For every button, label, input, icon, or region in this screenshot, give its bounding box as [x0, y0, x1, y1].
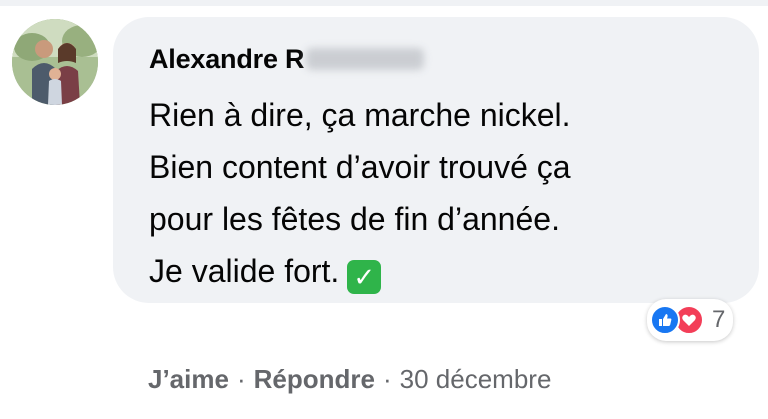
comment-bubble: Alexandre R Rien à dire, ça marche nicke…	[113, 17, 759, 303]
avatar[interactable]	[12, 19, 98, 105]
comment-actions: J’aime · Répondre · 30 décembre	[148, 361, 551, 397]
author-name-redaction	[306, 48, 425, 70]
check-mark-emoji-icon: ✓	[347, 260, 382, 294]
comment-line: Rien à dire, ça marche nickel.	[149, 97, 571, 133]
reply-button[interactable]: Répondre	[254, 364, 375, 395]
separator-dot: ·	[382, 363, 392, 394]
avatar-photo	[12, 19, 98, 105]
comment-line-text: Je valide fort.	[149, 253, 340, 289]
top-divider	[0, 0, 768, 6]
like-button[interactable]: J’aime	[148, 364, 229, 395]
comment-text: Rien à dire, ça marche nickel. Bien cont…	[149, 89, 739, 297]
like-icon	[650, 305, 680, 335]
comment-line-last: Je valide fort. ✓	[149, 245, 739, 297]
comment-author-name[interactable]: Alexandre R	[149, 44, 305, 75]
separator-dot: ·	[236, 363, 246, 394]
comment-author-row: Alexandre R	[149, 42, 425, 76]
comment-line: pour les fêtes de fin d’année.	[149, 201, 560, 237]
reaction-count: 7	[712, 306, 726, 333]
reactions-summary[interactable]: 7	[647, 299, 734, 341]
comment-timestamp[interactable]: 30 décembre	[400, 364, 552, 395]
comment-line: Bien content d’avoir trouvé ça	[149, 149, 571, 185]
